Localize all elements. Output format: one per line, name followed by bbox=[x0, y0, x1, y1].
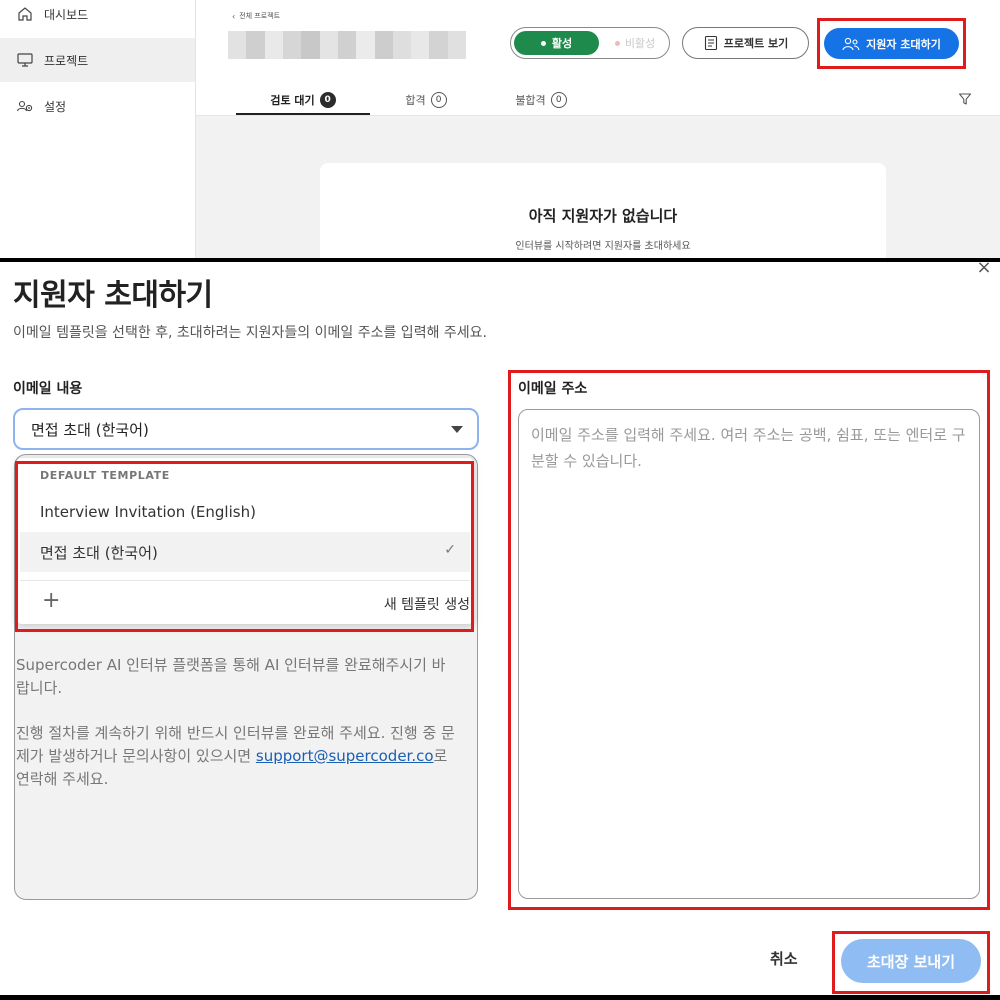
sidebar-item-label: 설정 bbox=[44, 99, 67, 114]
status-active-option[interactable]: 활성 bbox=[514, 31, 599, 55]
dot-icon bbox=[540, 40, 546, 46]
empty-state-title: 아직 지원자가 없습니다 bbox=[528, 207, 678, 225]
background-app: 대시보드 프로젝트 설정 ‹ 전체 프로젝트 활성 비활성 프로젝트 보기 지원… bbox=[0, 0, 1000, 258]
filter-icon[interactable] bbox=[958, 92, 972, 106]
count-badge: 0 bbox=[430, 92, 447, 108]
sidebar: 대시보드 프로젝트 설정 bbox=[0, 0, 196, 258]
monitor-icon bbox=[16, 51, 34, 69]
sidebar-item-label: 프로젝트 bbox=[44, 53, 89, 68]
home-icon bbox=[16, 5, 34, 23]
active-tab-indicator bbox=[236, 113, 370, 115]
users-settings-icon bbox=[16, 97, 34, 115]
project-main: ‹ 전체 프로젝트 활성 비활성 프로젝트 보기 지원자 초대하기 검토 대기 … bbox=[196, 0, 1000, 258]
email-content-text: Supercoder AI 인터뷰 플랫폼을 통해 AI 인터뷰를 완료해주시기… bbox=[16, 654, 456, 813]
sidebar-item-dashboard[interactable]: 대시보드 bbox=[0, 0, 195, 36]
selected-template: 면접 초대 (한국어) bbox=[31, 420, 149, 439]
count-badge: 0 bbox=[550, 92, 567, 108]
count-badge: 0 bbox=[319, 92, 336, 108]
template-option-english[interactable]: Interview Invitation (English) bbox=[20, 492, 470, 532]
send-invitations-button[interactable]: 초대장 보내기 bbox=[841, 939, 981, 983]
empty-state-card: 아직 지원자가 없습니다 인터뷰를 시작하려면 지원자를 초대하세요 bbox=[320, 163, 886, 258]
plus-icon: + bbox=[42, 588, 61, 613]
chevron-left-icon: ‹ bbox=[232, 11, 236, 21]
sidebar-item-label: 대시보드 bbox=[44, 7, 89, 22]
new-template-option[interactable]: + 새 템플릿 생성 bbox=[20, 584, 470, 620]
dot-icon bbox=[614, 40, 620, 46]
template-select[interactable]: 면접 초대 (한국어) bbox=[13, 408, 479, 450]
invite-applicants-button[interactable]: 지원자 초대하기 bbox=[824, 28, 959, 59]
breadcrumb[interactable]: ‹ 전체 프로젝트 bbox=[232, 11, 280, 21]
template-dropdown: DEFAULT TEMPLATE Interview Invitation (E… bbox=[16, 458, 474, 624]
chevron-down-icon bbox=[451, 426, 463, 433]
invite-highlight: 지원자 초대하기 bbox=[817, 18, 966, 69]
content-paragraph: Supercoder AI 인터뷰 플랫폼을 통해 AI 인터뷰를 완료해주시기… bbox=[16, 656, 446, 697]
close-icon[interactable]: × bbox=[975, 259, 993, 277]
new-template-label: 새 템플릿 생성 bbox=[383, 597, 470, 613]
support-email-link[interactable]: support@supercoder.co bbox=[256, 747, 434, 765]
checkmark-icon: ✓ bbox=[444, 542, 456, 558]
modal-subtitle: 이메일 템플릿을 선택한 후, 초대하려는 지원자들의 이메일 주소를 입력해 … bbox=[13, 325, 487, 341]
document-icon bbox=[704, 35, 717, 51]
sidebar-item-settings[interactable]: 설정 bbox=[0, 84, 195, 128]
project-header: ‹ 전체 프로젝트 활성 비활성 프로젝트 보기 지원자 초대하기 검토 대기 … bbox=[196, 0, 1000, 116]
status-toggle[interactable]: 활성 비활성 bbox=[510, 27, 670, 59]
template-option-korean[interactable]: 면접 초대 (한국어) ✓ bbox=[20, 532, 470, 572]
applicant-tabs: 검토 대기 0 합격 0 불합격 0 bbox=[236, 84, 976, 116]
tab-failed[interactable]: 불합격 0 bbox=[506, 84, 576, 116]
modal-title: 지원자 초대하기 bbox=[13, 278, 213, 313]
email-address-textarea[interactable]: 이메일 주소를 입력해 주세요. 여러 주소는 공백, 쉼표, 또는 엔터로 구… bbox=[518, 409, 980, 899]
email-placeholder: 이메일 주소를 입력해 주세요. 여러 주소는 공백, 쉼표, 또는 엔터로 구… bbox=[531, 426, 966, 470]
tab-pending-review[interactable]: 검토 대기 0 bbox=[236, 84, 370, 116]
sidebar-item-projects[interactable]: 프로젝트 bbox=[0, 38, 195, 82]
view-project-button[interactable]: 프로젝트 보기 bbox=[682, 27, 809, 59]
content-paragraph: 진행 절차를 계속하기 위해 반드시 인터뷰를 완료해 주세요. 진행 중 문제… bbox=[16, 724, 455, 788]
email-content-label: 이메일 내용 bbox=[13, 381, 83, 397]
dropdown-section-header: DEFAULT TEMPLATE bbox=[40, 469, 170, 482]
users-plus-icon bbox=[842, 37, 860, 50]
divider bbox=[20, 580, 470, 581]
empty-state-subtitle: 인터뷰를 시작하려면 지원자를 초대하세요 bbox=[515, 241, 691, 252]
invite-modal: × 지원자 초대하기 이메일 템플릿을 선택한 후, 초대하려는 지원자들의 이… bbox=[0, 259, 1000, 995]
cancel-button[interactable]: 취소 bbox=[770, 948, 798, 969]
status-inactive-option[interactable]: 비활성 bbox=[603, 31, 667, 55]
tab-passed[interactable]: 합격 0 bbox=[396, 84, 456, 116]
project-title-redacted bbox=[228, 31, 467, 59]
